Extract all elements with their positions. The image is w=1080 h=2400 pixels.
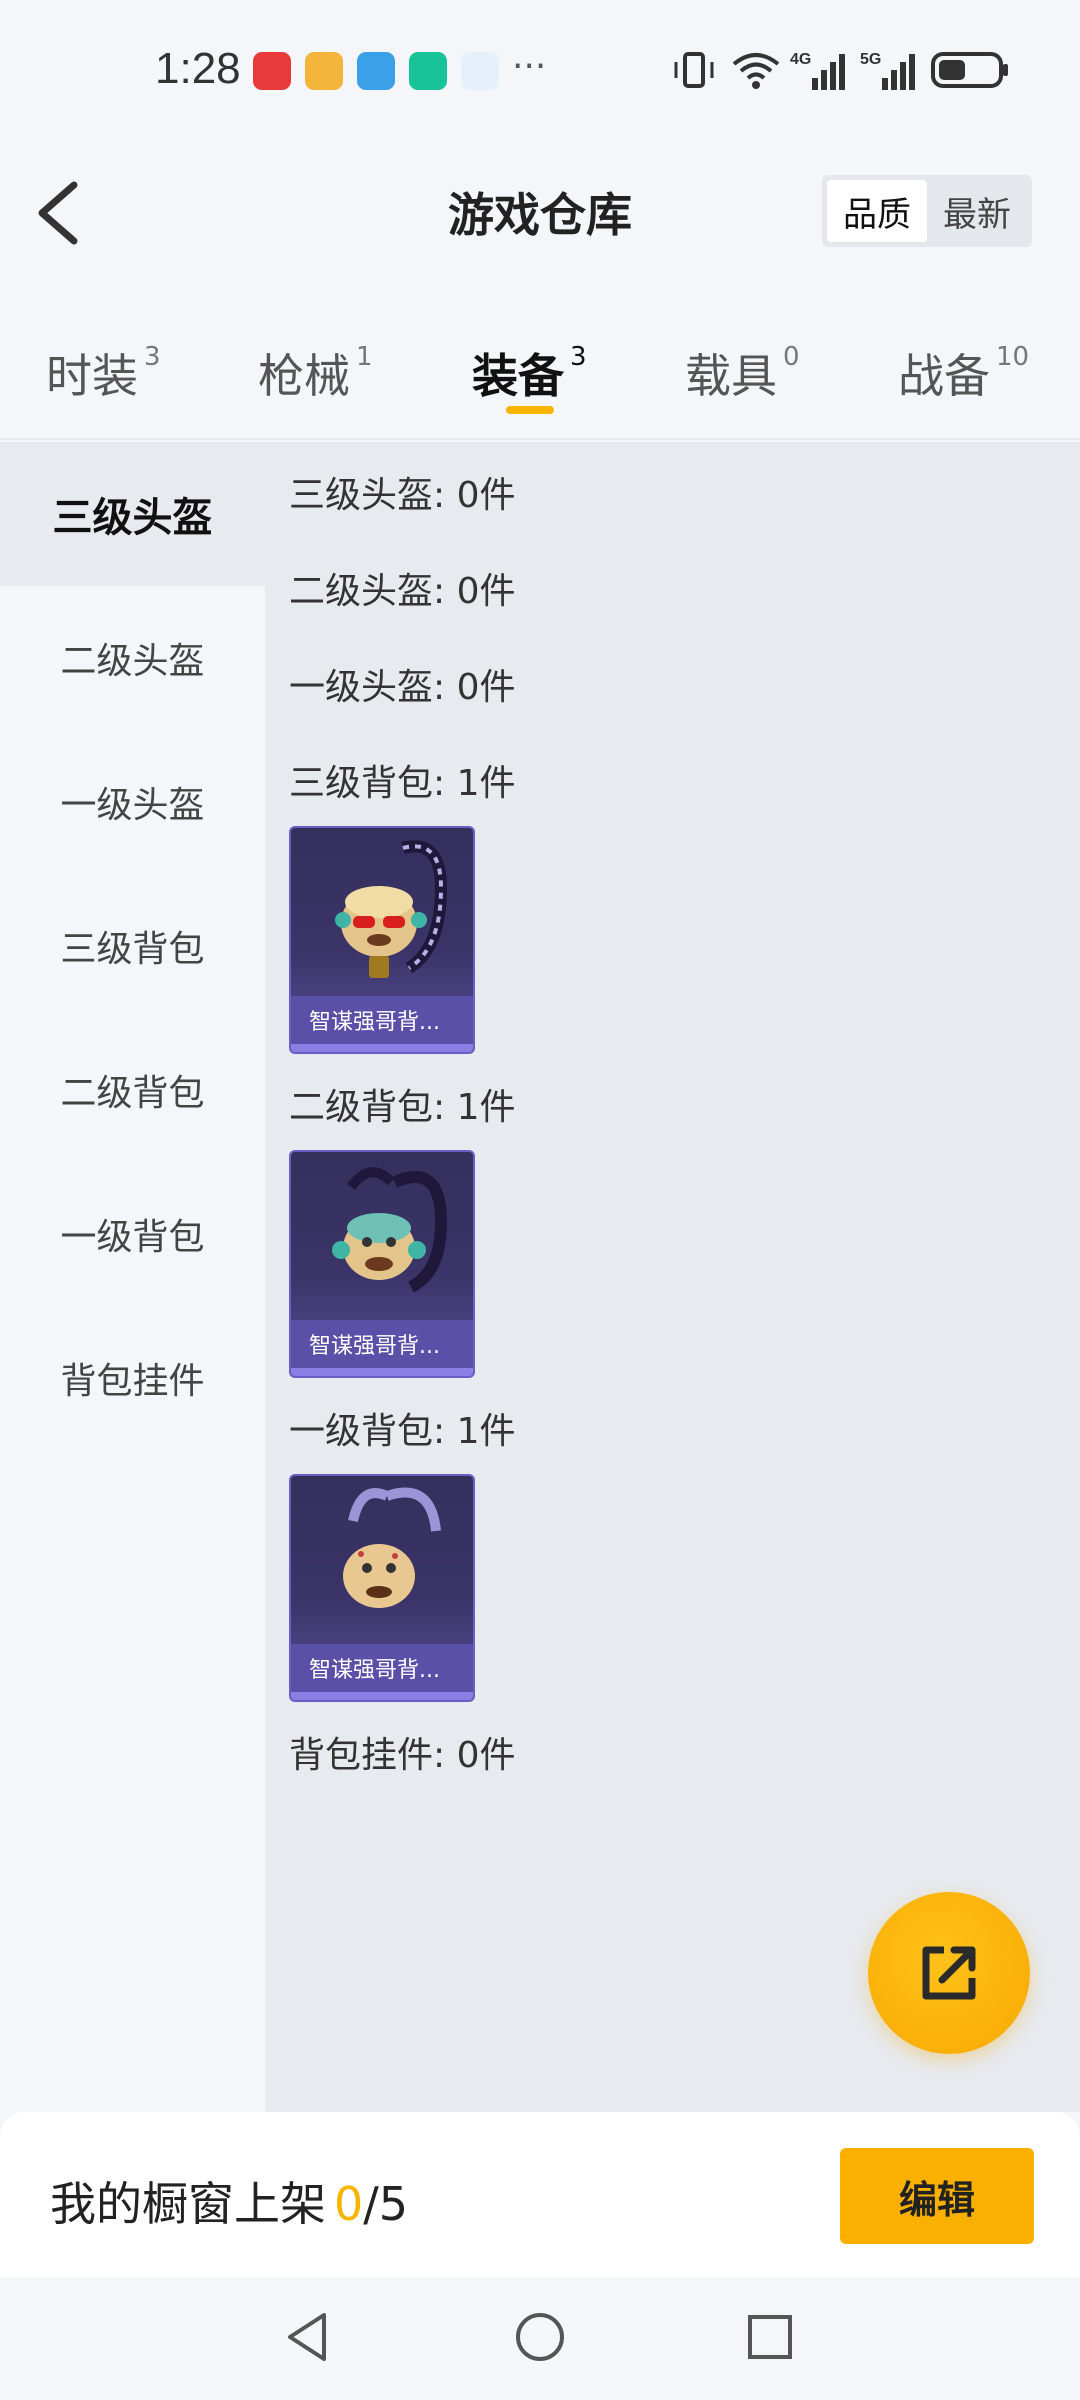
header: 游戏仓库 品质 最新 [0, 135, 1080, 285]
sidebar: 三级头盔 二级头盔 一级头盔 三级背包 二级背包 一级背包 背包挂件 [0, 442, 265, 2112]
active-tab-indicator [506, 406, 554, 414]
share-icon [922, 1946, 976, 2000]
item-name: 智谋强哥背... [291, 996, 473, 1044]
more-notifications-icon: ··· [512, 46, 547, 87]
category-tabs: 时装 3 枪械 1 装备 3 载具 0 战备 10 [0, 300, 1080, 440]
backpack-image [332, 1167, 448, 1293]
sort-quality-option[interactable]: 品质 [827, 180, 927, 242]
sort-newest-option[interactable]: 最新 [927, 180, 1027, 242]
sidebar-item-level1-helmet[interactable]: 一级头盔 [0, 730, 265, 874]
section-title: 背包挂件: 0件 [289, 1735, 516, 1776]
item-list: 三级头盔: 0件 二级头盔: 0件 一级头盔: 0件 三级背包: 1件 智谋强哥… [265, 442, 1080, 2112]
rarity-bar [291, 1044, 473, 1052]
section-title: 三级背包: 1件 [289, 763, 516, 804]
share-button[interactable] [868, 1892, 1030, 2054]
backpack-image [343, 1487, 441, 1608]
battery-icon [931, 52, 1008, 88]
signal-4g-icon: 4G [790, 51, 845, 90]
sidebar-item-level2-backpack[interactable]: 二级背包 [0, 1018, 265, 1162]
section-title: 二级头盔: 0件 [289, 571, 516, 612]
tab-label: 枪械 [258, 349, 350, 403]
signal-5g-icon: 5G [860, 51, 915, 90]
item-name: 智谋强哥背... [291, 1320, 473, 1368]
system-nav-bar [0, 2277, 1080, 2400]
sidebar-item-level3-helmet[interactable]: 三级头盔 [0, 442, 265, 586]
tab-label: 装备 [472, 349, 564, 403]
tab-label: 时装 [46, 349, 138, 403]
tab-vehicles[interactable]: 载具 0 [685, 340, 800, 406]
sidebar-item-level2-helmet[interactable]: 二级头盔 [0, 586, 265, 730]
tab-count: 1 [356, 342, 373, 372]
edit-button[interactable]: 编辑 [840, 2148, 1034, 2244]
item-card[interactable]: 智谋强哥背... [289, 1150, 475, 1378]
status-time: 1:28 [155, 44, 241, 93]
sidebar-item-level1-backpack[interactable]: 一级背包 [0, 1162, 265, 1306]
tab-count: 3 [570, 342, 587, 372]
security-icon [409, 52, 447, 90]
tab-count: 0 [783, 342, 800, 372]
item-card[interactable]: 智谋强哥背... [289, 1474, 475, 1702]
tab-label: 载具 [685, 349, 777, 403]
section-title: 二级背包: 1件 [289, 1087, 516, 1128]
nav-back-icon[interactable] [276, 2305, 340, 2369]
showcase-bar: 我的橱窗上架 0 /5 编辑 [0, 2112, 1080, 2277]
showcase-status: 我的橱窗上架 0 /5 [50, 2168, 408, 2234]
sidebar-item-level3-backpack[interactable]: 三级背包 [0, 874, 265, 1018]
tab-fashion[interactable]: 时装 3 [46, 340, 161, 406]
item-name: 智谋强哥背... [291, 1644, 473, 1692]
huawei-store-icon [253, 52, 291, 90]
status-bar: 1:28 ··· 4G 5G [0, 0, 1080, 135]
section-title: 一级头盔: 0件 [289, 667, 516, 708]
sort-toggle: 品质 最新 [822, 175, 1032, 247]
tab-equipment[interactable]: 装备 3 [472, 340, 587, 406]
tab-count: 10 [996, 342, 1030, 372]
vibrate-icon [674, 52, 714, 88]
rarity-bar [291, 1368, 473, 1376]
app-icon [357, 52, 395, 90]
nav-home-icon[interactable] [508, 2305, 572, 2369]
svg-text:4G: 4G [790, 51, 811, 68]
rarity-bar [291, 1692, 473, 1700]
tab-battle-supplies[interactable]: 战备 10 [898, 340, 1029, 406]
wifi-icon [732, 53, 780, 89]
nav-recents-icon[interactable] [738, 2305, 802, 2369]
tab-firearms[interactable]: 枪械 1 [258, 340, 373, 406]
showcase-total: /5 [363, 2177, 409, 2231]
item-card[interactable]: 智谋强哥背... [289, 826, 475, 1054]
section-title: 三级头盔: 0件 [289, 475, 516, 516]
showcase-count: 0 [334, 2177, 364, 2231]
section-title: 一级背包: 1件 [289, 1411, 516, 1452]
tab-count: 3 [144, 342, 161, 372]
sidebar-item-backpack-charm[interactable]: 背包挂件 [0, 1306, 265, 1450]
showcase-label: 我的橱窗上架 [50, 2177, 326, 2231]
game-app-icon [305, 52, 343, 90]
tab-label: 战备 [898, 349, 990, 403]
svg-text:5G: 5G [860, 51, 881, 68]
backpack-image [335, 840, 448, 978]
browser-icon [461, 52, 499, 90]
